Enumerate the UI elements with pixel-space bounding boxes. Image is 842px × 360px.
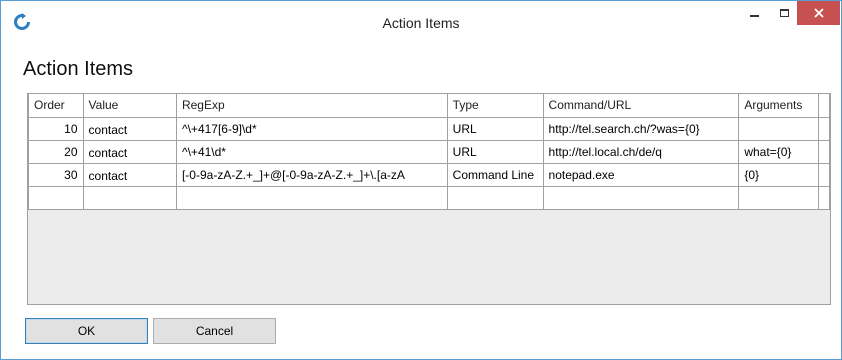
new-cell-type[interactable] bbox=[446, 185, 544, 210]
table-row[interactable]: 20 contact ^\+41\d* URL http://tel.local… bbox=[28, 139, 830, 164]
cell-regexp[interactable]: ^\+417[6-9]\d* bbox=[175, 116, 448, 141]
column-header-value[interactable]: Value bbox=[82, 94, 177, 118]
close-icon bbox=[813, 8, 824, 18]
table-row[interactable]: 10 contact ^\+417[6-9]\d* URL http://tel… bbox=[28, 116, 830, 141]
cell-command-url[interactable]: http://tel.local.ch/de/q bbox=[542, 139, 740, 164]
cell-filler bbox=[817, 116, 830, 141]
cancel-button[interactable]: Cancel bbox=[153, 318, 276, 344]
action-items-window: Action Items Action Items Order Value Re bbox=[0, 0, 842, 360]
minimize-button[interactable] bbox=[739, 1, 769, 25]
title-bar[interactable]: Action Items bbox=[1, 1, 841, 41]
window-title: Action Items bbox=[382, 15, 460, 31]
new-cell-regexp[interactable] bbox=[175, 185, 448, 210]
cell-type[interactable]: URL bbox=[446, 116, 544, 141]
new-cell-command-url[interactable] bbox=[542, 185, 740, 210]
header-row: Order Value RegExp Type Command/URL Argu… bbox=[28, 94, 830, 118]
column-header-type[interactable]: Type bbox=[446, 94, 544, 118]
cell-order[interactable]: 10 bbox=[28, 116, 84, 141]
cell-regexp[interactable]: ^\+41\d* bbox=[175, 139, 448, 164]
cell-command-url[interactable]: http://tel.search.ch/?was={0} bbox=[542, 116, 740, 141]
action-items-grid[interactable]: Order Value RegExp Type Command/URL Argu… bbox=[27, 93, 831, 305]
cell-regexp[interactable]: [-0-9a-zA-Z.+_]+@[-0-9a-zA-Z.+_]+\.[a-zA bbox=[175, 162, 448, 187]
column-header-filler bbox=[817, 94, 830, 118]
cell-value[interactable]: contact bbox=[82, 139, 177, 164]
cell-arguments[interactable]: what={0} bbox=[738, 139, 819, 164]
new-cell-filler bbox=[817, 185, 830, 210]
new-row[interactable] bbox=[28, 185, 830, 210]
column-header-regexp[interactable]: RegExp bbox=[175, 94, 448, 118]
cell-value[interactable]: contact bbox=[82, 162, 177, 187]
cell-type[interactable]: Command Line bbox=[446, 162, 544, 187]
column-header-arguments[interactable]: Arguments bbox=[738, 94, 819, 118]
maximize-icon bbox=[779, 9, 789, 17]
cell-filler bbox=[817, 139, 830, 164]
minimize-icon bbox=[749, 15, 759, 17]
cell-arguments[interactable] bbox=[738, 116, 819, 141]
column-header-command-url[interactable]: Command/URL bbox=[542, 94, 740, 118]
cell-type[interactable]: URL bbox=[446, 139, 544, 164]
table-row[interactable]: 30 contact [-0-9a-zA-Z.+_]+@[-0-9a-zA-Z.… bbox=[28, 162, 830, 187]
maximize-button[interactable] bbox=[769, 1, 799, 25]
cell-value[interactable]: contact bbox=[82, 116, 177, 141]
page-title: Action Items bbox=[23, 58, 134, 80]
close-button[interactable] bbox=[797, 1, 840, 25]
cell-arguments[interactable]: {0} bbox=[738, 162, 819, 187]
ok-button[interactable]: OK bbox=[25, 318, 148, 344]
grid-table: Order Value RegExp Type Command/URL Argu… bbox=[28, 94, 830, 210]
cell-filler bbox=[817, 162, 830, 187]
cell-command-url[interactable]: notepad.exe bbox=[542, 162, 740, 187]
column-header-order[interactable]: Order bbox=[28, 94, 84, 118]
cell-order[interactable]: 20 bbox=[28, 139, 84, 164]
new-cell-arguments[interactable] bbox=[738, 185, 819, 210]
cell-order[interactable]: 30 bbox=[28, 162, 84, 187]
new-cell-value[interactable] bbox=[82, 185, 177, 210]
new-cell-order[interactable] bbox=[28, 185, 84, 210]
